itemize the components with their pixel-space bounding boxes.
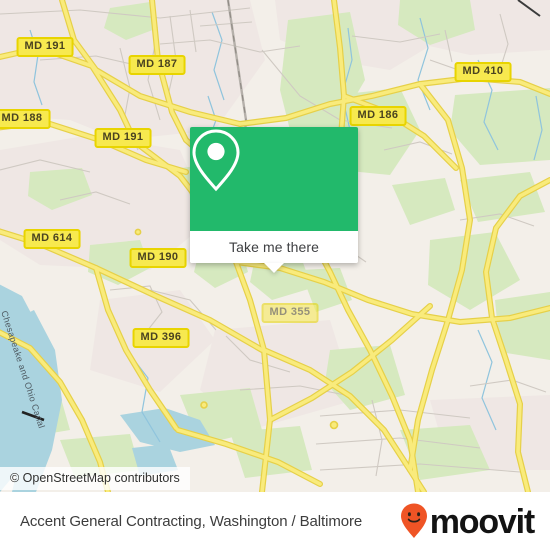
place-title: Accent General Contracting, Washington /… xyxy=(20,512,363,530)
footer-bar: Accent General Contracting, Washington /… xyxy=(0,492,550,550)
map-screenshot: Chesapeake and Ohio Canal MD 191 MD 187 MD… xyxy=(0,0,550,550)
osm-attribution[interactable]: © OpenStreetMap contributors xyxy=(0,467,190,490)
shield-md-191-central: MD 191 xyxy=(94,128,152,148)
shield-md-614: MD 614 xyxy=(23,229,81,249)
shield-md-188: MD 188 xyxy=(0,109,51,129)
shield-md-355: MD 355 xyxy=(261,303,319,323)
shield-md-186: MD 186 xyxy=(349,106,407,126)
shield-md-191-northwest: MD 191 xyxy=(16,37,74,57)
shield-md-190: MD 190 xyxy=(129,248,187,268)
place-popup-card[interactable]: Take me there xyxy=(190,127,358,273)
map-canvas[interactable]: Chesapeake and Ohio Canal MD 191 MD 187 MD… xyxy=(0,0,550,492)
popup-tail xyxy=(264,263,284,273)
take-me-there-label: Take me there xyxy=(228,239,319,255)
shield-md-187: MD 187 xyxy=(128,55,186,75)
moovit-logo[interactable]: moovit xyxy=(399,502,535,541)
moovit-smiley-pin-icon xyxy=(400,503,427,538)
map-pin-icon xyxy=(192,129,240,192)
popup-action-bar[interactable]: Take me there xyxy=(190,231,358,273)
shield-md-396: MD 396 xyxy=(132,328,190,348)
popup-icon-panel xyxy=(190,127,358,231)
moovit-wordmark: moovit xyxy=(429,503,535,541)
shield-md-410: MD 410 xyxy=(454,62,512,82)
